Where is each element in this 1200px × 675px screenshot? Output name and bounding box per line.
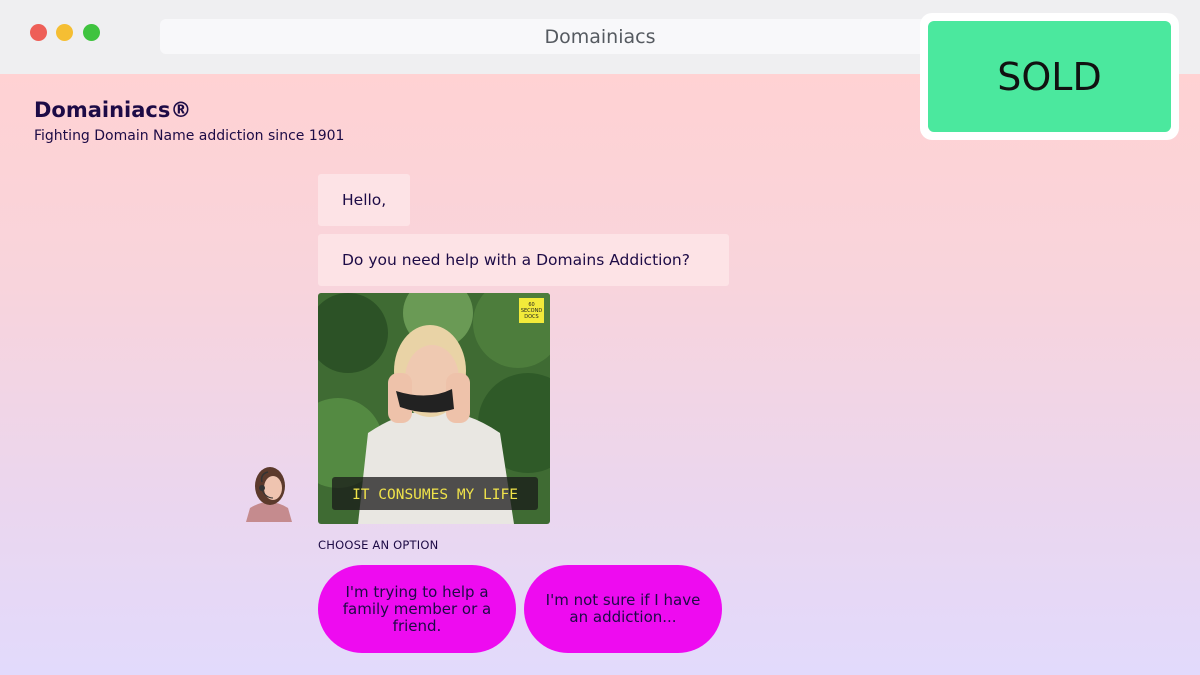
address-bar[interactable]: Domainiacs (160, 19, 1040, 54)
minimize-window-button[interactable] (56, 24, 73, 41)
brand-tagline: Fighting Domain Name addiction since 190… (34, 128, 345, 144)
chat-gif-image: 60 SECOND DOCS IT CONSUMES MY LIFE (318, 293, 550, 524)
maximize-window-button[interactable] (83, 24, 100, 41)
gif-watermark: DOCS (524, 314, 538, 320)
choose-option-label: CHOOSE AN OPTION (318, 538, 439, 552)
option-help-family-button[interactable]: I'm trying to help a family member or a … (318, 565, 516, 653)
close-window-button[interactable] (30, 24, 47, 41)
chat-message: Hello, (318, 174, 410, 226)
sold-badge: SOLD (920, 13, 1179, 140)
option-not-sure-button[interactable]: I'm not sure if I have an addiction... (524, 565, 722, 653)
sold-label: SOLD (928, 21, 1171, 132)
chat-page: Domainiacs® Fighting Domain Name addicti… (0, 74, 1200, 675)
brand-title: Domainiacs® (34, 98, 192, 122)
gif-caption: IT CONSUMES MY LIFE (352, 487, 518, 503)
chat-message: Do you need help with a Domains Addictio… (318, 234, 729, 286)
agent-avatar (246, 464, 292, 522)
